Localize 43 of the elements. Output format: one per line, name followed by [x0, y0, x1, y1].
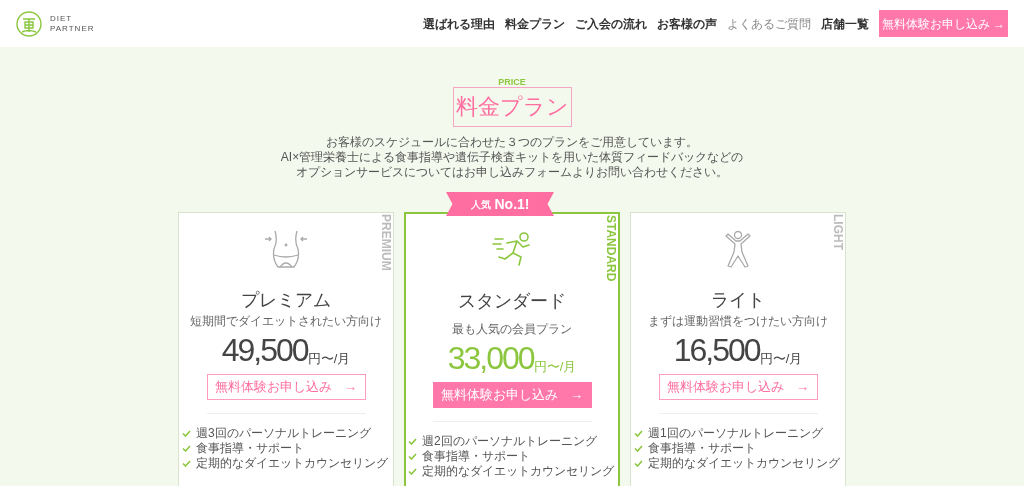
- plan-name: プレミアム: [241, 289, 331, 311]
- badge-rank: No.1!: [494, 194, 530, 214]
- intro-text: お客様のスケジュールに合わせた３つのプランをご用意しています。: [326, 135, 698, 150]
- section-title: 料金プラン: [452, 87, 572, 127]
- feature-text: 定期的なダイエットカウンセリング: [422, 464, 614, 478]
- plan-tag: STANDARD: [605, 215, 617, 282]
- plan-tagline: 最も人気の会員プラン: [452, 322, 572, 336]
- section-eyebrow: PRICE: [498, 77, 526, 87]
- feature-text: 食事指導・サポート: [422, 449, 530, 463]
- plan-price: 16,500: [673, 331, 760, 370]
- plan-tagline: 短期間でダイエットされたい方向け: [190, 314, 382, 328]
- plan-name: ライト: [711, 289, 765, 311]
- running-figure-icon: [491, 231, 533, 269]
- feature-text: 週2回のパーソナルトレーニング: [422, 434, 597, 448]
- feature-text: 週3回のパーソナルトレーニング: [196, 426, 371, 440]
- nav-link[interactable]: 店舗一覧: [820, 14, 869, 33]
- feature-text: 食事指導・サポート: [196, 441, 304, 455]
- plan-price: 33,000: [447, 339, 534, 378]
- nav-link[interactable]: 料金プラン: [504, 14, 565, 33]
- price-unit: 円〜/月: [533, 359, 577, 376]
- feature-text: 定期的なダイエットカウンセリング: [648, 456, 840, 470]
- badge-label: 人気: [470, 197, 491, 212]
- intro-text: オプションサービスについてはお申し込みフォームよりお問い合わせください。: [296, 165, 728, 180]
- plan-tagline: まずは運動習慣をつけたい方向け: [648, 314, 828, 328]
- waist-icon: [264, 229, 308, 269]
- nav-link[interactable]: よくあるご質問: [726, 14, 811, 33]
- plan-tag: PREMIUM: [380, 214, 392, 271]
- intro-text: AI×管理栄養士による食事指導や遺伝子検査キットを用いた体質フィードバックなどの: [280, 150, 744, 165]
- price-unit: 円〜/月: [307, 351, 351, 368]
- nav-link[interactable]: ご入会の流れ: [574, 14, 647, 33]
- logo-text: PARTNER: [50, 23, 95, 34]
- plan-name: スタンダード: [458, 290, 566, 312]
- nav-link[interactable]: 選ばれる理由: [422, 14, 495, 33]
- feature-text: 食事指導・サポート: [648, 441, 756, 455]
- logo-text: DIET: [50, 13, 74, 24]
- plan-tag: LIGHT: [832, 214, 844, 250]
- logo-icon[interactable]: [16, 10, 42, 37]
- feature-text: 定期的なダイエットカウンセリング: [196, 456, 388, 470]
- person-icon: [723, 230, 753, 268]
- nav-link[interactable]: お客様の声: [656, 14, 717, 33]
- plan-price: 49,500: [221, 331, 308, 370]
- feature-text: 週1回のパーソナルトレーニング: [648, 426, 823, 440]
- price-unit: 円〜/月: [759, 351, 803, 368]
